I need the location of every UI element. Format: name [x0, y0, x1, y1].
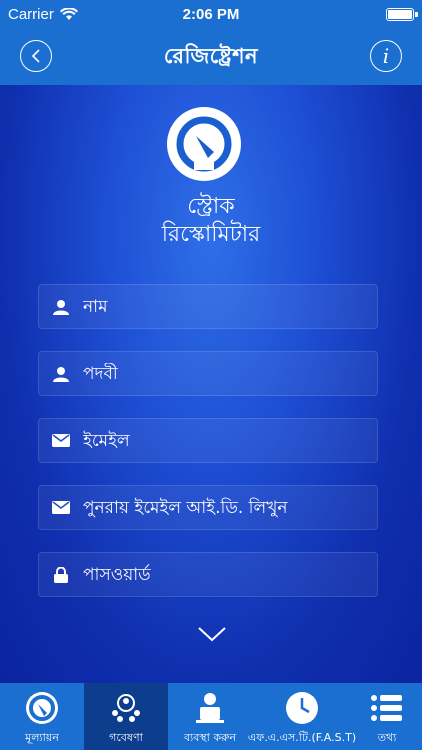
tab-label: মূল্যায়ন: [25, 731, 59, 744]
gauge-logo-icon: [176, 116, 232, 172]
app-logo: [167, 107, 241, 181]
tab-label: ব্যবস্থা করুন: [183, 731, 237, 744]
email-field[interactable]: [38, 418, 378, 463]
password-input[interactable]: [81, 563, 375, 586]
list-icon: [371, 695, 402, 721]
tab-bar: মূল্যায়ন গবেষণা ব্যবস্থা করুন এফ.এ.এস.ট…: [0, 683, 422, 750]
clock-icon: [286, 692, 318, 724]
tab-label: এফ.এ.এস.টি.(F.A.S.T): [247, 731, 357, 744]
info-icon: i: [382, 44, 390, 68]
gauge-icon: [26, 692, 58, 724]
tab-manage[interactable]: ব্যবস্থা করুন: [168, 683, 252, 750]
user-icon: [51, 299, 71, 315]
battery-icon: [386, 8, 418, 21]
status-bar: Carrier 2:06 PM: [0, 0, 422, 30]
password-field[interactable]: [38, 552, 378, 597]
tab-label: গবেষণা: [109, 731, 143, 744]
back-button[interactable]: [20, 40, 52, 72]
designation-field[interactable]: [38, 351, 378, 396]
info-button[interactable]: i: [370, 40, 402, 72]
confirm-email-field[interactable]: [38, 485, 378, 530]
email-input[interactable]: [81, 429, 375, 452]
chevron-left-icon: [31, 49, 40, 63]
page-title: রেজিষ্ট্রেশন: [163, 44, 259, 68]
tab-label: তথ্য: [377, 731, 397, 744]
logo-title-line1: স্ট্রোক: [187, 194, 235, 219]
envelope-icon: [51, 501, 71, 514]
logo-title-line2: রিস্কোমিটার: [161, 222, 261, 247]
confirm-email-input[interactable]: [81, 496, 375, 519]
tab-info[interactable]: তথ্য: [352, 683, 422, 750]
tab-research[interactable]: গবেষণা: [84, 683, 168, 750]
registration-panel: স্ট্রোক রিস্কোমিটার: [0, 85, 422, 683]
name-input[interactable]: [81, 295, 375, 318]
designation-input[interactable]: [81, 362, 375, 385]
envelope-icon: [51, 434, 71, 447]
name-field[interactable]: [38, 284, 378, 329]
chevron-down-icon[interactable]: [197, 625, 227, 643]
nav-bar: রেজিষ্ট্রেশন i: [0, 30, 422, 85]
user-icon: [51, 366, 71, 382]
tab-assessment[interactable]: মূল্যায়ন: [0, 683, 84, 750]
tab-fast[interactable]: এফ.এ.এস.টি.(F.A.S.T): [248, 683, 356, 750]
lock-icon: [51, 566, 71, 583]
research-icon: [112, 694, 140, 722]
manage-icon: [196, 693, 224, 723]
status-time: 2:06 PM: [182, 6, 240, 23]
